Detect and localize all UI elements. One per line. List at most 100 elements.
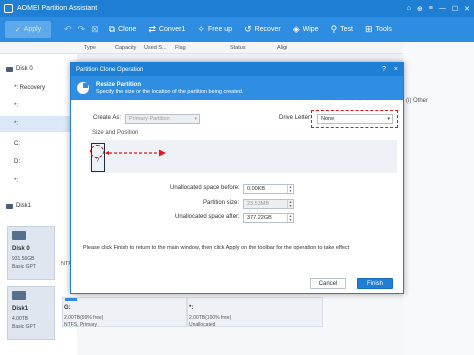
partition-g-detail: 2.00TB(99% free): [64, 315, 104, 321]
partition-g-fs: NTFS, Primary: [64, 322, 98, 328]
check-icon: ✓: [14, 26, 21, 34]
free-up-icon: ✧: [197, 24, 205, 34]
tree-item-c[interactable]: C:: [0, 136, 77, 152]
column-flag[interactable]: Flag: [175, 45, 186, 51]
disk-icon: [12, 291, 26, 300]
tree-item-label: *:: [14, 121, 19, 127]
test-icon: ⚲: [330, 24, 338, 34]
partition-g-block[interactable]: G: 2.00TB(99% free) NTFS, Primary: [62, 297, 187, 328]
stepper-icon[interactable]: ▲ ▼: [287, 214, 293, 222]
tree-header: [0, 42, 77, 54]
annotation-arrow: [105, 149, 166, 157]
redo-icon[interactable]: ↷: [78, 24, 86, 35]
create-as-value: Primary Partition: [129, 116, 170, 122]
stepper-icon[interactable]: ▲ ▼: [287, 185, 293, 193]
undo-icon[interactable]: ↶: [64, 24, 72, 35]
partition-unallocated-block[interactable]: *: 2.00TB(100% free) Unallocated: [187, 297, 323, 328]
disk0-card[interactable]: Disk 0 931.56GB Basic GPT: [7, 226, 55, 280]
home-icon[interactable]: ⌂: [407, 5, 411, 13]
disk1-card[interactable]: Disk1 4.00TB Basic GPT: [7, 286, 55, 340]
dialog-title: Partition Clone Operation: [76, 66, 144, 73]
tree-disk1[interactable]: Disk1: [0, 198, 77, 214]
title-bar: AOMEI Partition Assistant ⌂ ⊕ ≡ — ☐ ✕: [0, 0, 474, 17]
toolbar-free-up-label: Free up: [207, 26, 233, 33]
disk-card-size: 4.00TB: [12, 316, 29, 322]
finish-button[interactable]: Finish: [357, 278, 393, 289]
toolbar-wipe-label: Wipe: [302, 26, 319, 33]
other-operations-label[interactable]: (i) Other: [406, 98, 428, 104]
unalloc-before-label: Unallocated space before:: [170, 185, 240, 191]
minimize-button[interactable]: —: [439, 5, 446, 13]
disk-icon: [6, 67, 13, 72]
tree-item-label: Disk 0: [16, 66, 33, 72]
toolbar-test[interactable]: ⚲ Test: [331, 25, 353, 34]
tree-item-label: C:: [14, 141, 20, 147]
toolbar-wipe[interactable]: ◈ Wipe: [293, 25, 319, 34]
partition-unalloc-fs: Unallocated: [189, 322, 216, 328]
header-title: Resize Partition: [96, 81, 142, 88]
convert-icon: ⇄: [148, 24, 156, 34]
menu-icon[interactable]: ≡: [429, 5, 433, 13]
help-button[interactable]: ?: [382, 66, 386, 73]
operations-panel: (i) Other: [403, 42, 474, 355]
partition-block-mark: ?: [96, 158, 100, 164]
toolbar-test-label: Test: [340, 26, 353, 33]
toolbar-tools-label: Tools: [375, 26, 392, 33]
toolbar-clone-label: Clone: [118, 26, 137, 33]
unalloc-after-input[interactable]: 377.22GB ▲ ▼: [243, 213, 294, 223]
column-used[interactable]: Used S...: [144, 45, 167, 51]
maximize-button[interactable]: ☐: [452, 5, 458, 13]
disk-card-name: Disk 0: [12, 246, 30, 252]
partition-size-label: Partition size:: [203, 200, 240, 206]
create-as-select: Primary Partition ▾: [125, 114, 200, 124]
apply-button[interactable]: ✓ Apply: [5, 21, 51, 38]
tree-item-part2-selected[interactable]: *:: [0, 116, 77, 132]
tree-item-d[interactable]: D:: [0, 154, 77, 170]
toolbar-convert[interactable]: ⇄ Conver1: [148, 25, 185, 34]
disk-icon: [6, 204, 13, 209]
dialog-close-button[interactable]: ×: [394, 66, 398, 73]
tree-item-part3[interactable]: *:: [0, 173, 77, 189]
toolbar-convert-label: Conver1: [158, 26, 186, 33]
app-title: AOMEI Partition Assistant: [17, 5, 98, 12]
create-as-label: Create As:: [93, 115, 122, 121]
column-align[interactable]: Aligi: [277, 45, 287, 51]
clone-icon: ⧉: [108, 24, 116, 34]
column-status[interactable]: Status: [230, 45, 246, 51]
recover-icon: ↺: [244, 24, 252, 34]
dialog-header: Resize Partition Specify the size or the…: [71, 76, 403, 100]
tree-item-part1[interactable]: *:: [0, 98, 77, 114]
unalloc-before-value: 0.00KB: [247, 186, 266, 192]
toolbar-free-up[interactable]: ✧ Free up: [197, 25, 232, 34]
unalloc-before-input[interactable]: 0.00KB ▲ ▼: [243, 184, 294, 194]
toolbar-tools[interactable]: ⊞ Tools: [365, 25, 392, 34]
tree-disk0[interactable]: Disk 0: [0, 61, 77, 77]
cancel-button[interactable]: Cancel: [310, 278, 346, 289]
partition-size-input[interactable]: 23.53MB ▲ ▼: [243, 199, 294, 209]
tools-icon: ⊞: [365, 24, 373, 34]
app-logo-icon: [4, 4, 13, 13]
tree-item-recovery[interactable]: *: Recovery: [0, 80, 77, 96]
drive-letter-label: Drive Letter:: [279, 115, 312, 121]
toolbar-recover-label: Recover: [254, 26, 281, 33]
apply-label: Apply: [23, 26, 42, 33]
instruction-note: Please click Finish to return to the mai…: [83, 245, 350, 251]
tree-item-label: D:: [14, 159, 20, 165]
column-capacity[interactable]: Capacity: [115, 45, 136, 51]
usage-bar: [65, 298, 77, 301]
stepper-icon[interactable]: ▲ ▼: [287, 200, 293, 208]
toolbar-clone[interactable]: ⧉ Clone: [109, 25, 137, 34]
disk-card-type: Basic GPT: [12, 324, 36, 330]
dialog-title-bar: Partition Clone Operation ? ×: [71, 63, 403, 76]
toolbar-recover[interactable]: ↺ Recover: [244, 25, 281, 34]
discard-icon[interactable]: ⊠: [91, 24, 99, 35]
unalloc-after-value: 377.22GB: [247, 215, 272, 221]
disk-card-size: 931.56GB: [12, 256, 35, 262]
tree-item-label: *: Recovery: [14, 85, 46, 91]
update-icon[interactable]: ⊕: [417, 5, 423, 13]
disk-card-name: Disk1: [12, 306, 29, 312]
disk-icon: [12, 231, 26, 240]
header-subtitle: Specify the size or the location of the …: [96, 88, 244, 95]
close-button[interactable]: ✕: [464, 5, 470, 13]
column-type[interactable]: Type: [84, 45, 96, 51]
